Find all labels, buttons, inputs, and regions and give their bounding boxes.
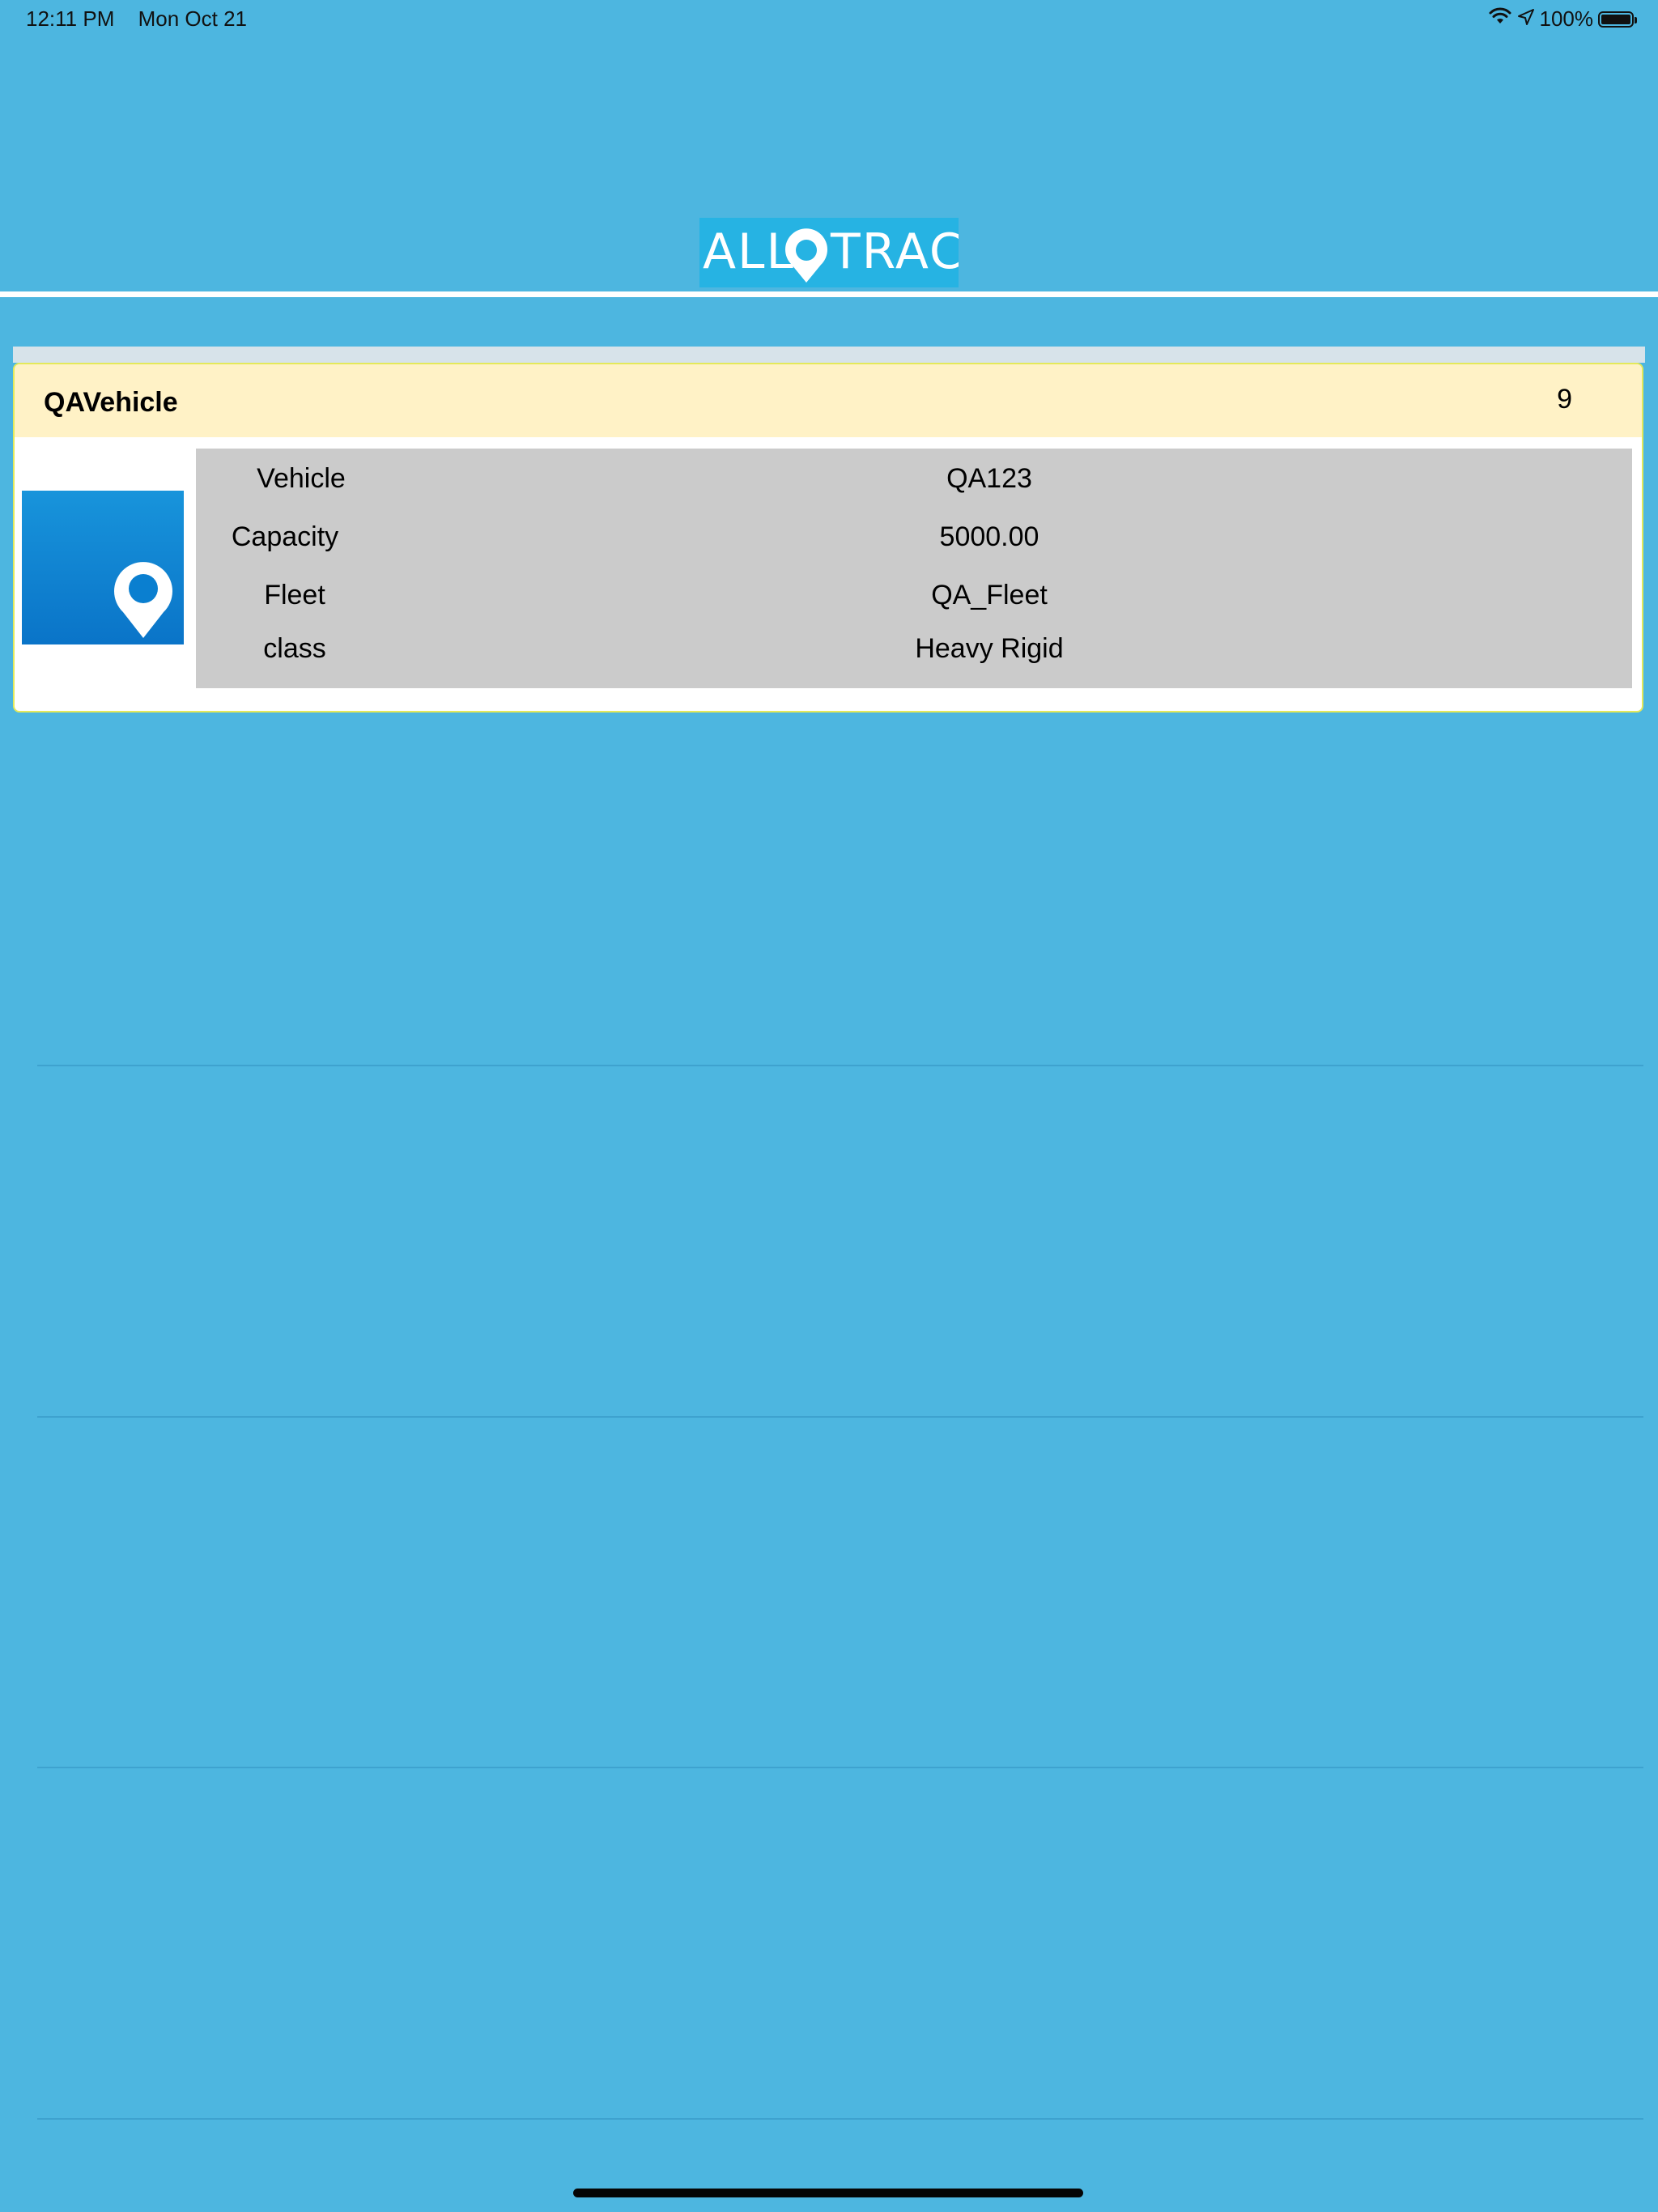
detail-label: Capacity [231,521,339,552]
allotrac-logo: ALL TRAC [699,218,959,287]
detail-row-capacity: Capacity 5000.00 [196,521,1632,570]
status-time: 12:11 PM [26,6,115,31]
detail-row-class: class Heavy Rigid [196,633,1632,682]
header-divider [0,291,1658,297]
detail-value: QA123 [946,463,1032,494]
detail-value: Heavy Rigid [915,633,1064,664]
battery-icon [1598,11,1637,28]
home-indicator[interactable] [573,2189,1083,2197]
detail-label: Fleet [264,580,325,610]
logo-graphic: ALL TRAC [703,223,959,283]
location-arrow-icon [1517,6,1535,32]
status-bar: 12:11 PM Mon Oct 21 100% [0,0,1658,39]
svg-text:TRAC: TRAC [830,223,959,280]
vehicle-thumbnail [22,491,184,644]
svg-text:ALL: ALL [703,223,795,280]
vehicle-name: QAVehicle [44,387,178,418]
status-left: 12:11 PM Mon Oct 21 [26,6,265,32]
vehicle-details: Vehicle QA123 Capacity 5000.00 Fleet QA_… [196,449,1632,688]
status-right: 100% [1488,6,1637,32]
battery-percent: 100% [1539,6,1594,31]
detail-value: 5000.00 [939,521,1039,552]
status-date: Mon Oct 21 [138,6,247,31]
map-pin-icon [114,562,173,638]
list-separator [37,1065,1643,1066]
detail-value: QA_Fleet [931,580,1048,610]
detail-row-fleet: Fleet QA_Fleet [196,580,1632,628]
list-separator [37,2118,1643,2120]
list-separator [37,1767,1643,1768]
detail-label: Vehicle [257,463,346,494]
card-header: QAVehicle 9 [15,364,1642,437]
vehicle-count: 9 [1557,384,1572,415]
vehicle-card[interactable]: QAVehicle 9 Vehicle QA123 Capacity 5000.… [13,363,1643,713]
list-separator [37,1416,1643,1418]
detail-row-vehicle: Vehicle QA123 [196,463,1632,512]
card-top-strip [13,347,1645,363]
wifi-icon [1488,6,1512,32]
detail-label: class [263,633,326,664]
